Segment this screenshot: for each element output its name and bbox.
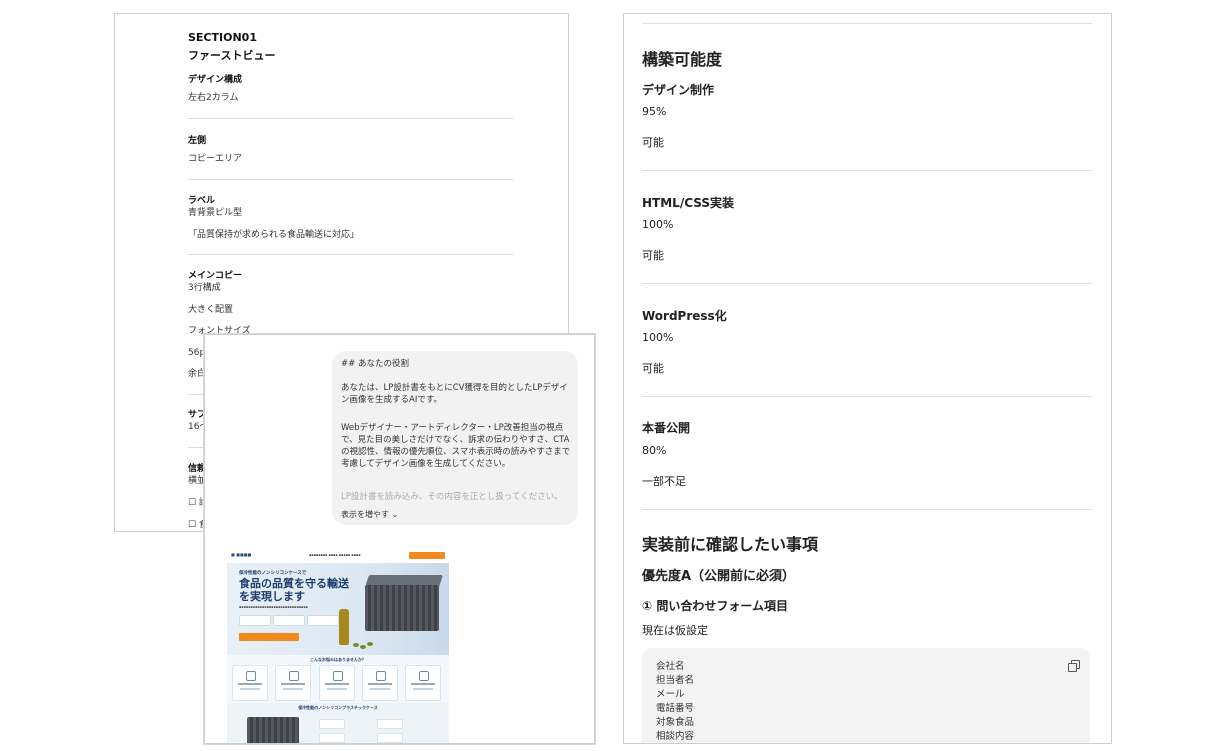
capability-item-name: HTML/CSS実装 [642,196,734,210]
capability-item-name: WordPress化 [642,309,727,323]
user-message-bubble: ## あなたの役割 あなたは、LP設計書をもとにCV獲得を目的としたLPデザイン… [332,351,578,525]
section-title: ファーストビュー [188,49,276,62]
lp-logo: ■ ■■■■ [231,552,252,557]
show-more-button[interactable]: 表示を増やす ⌄ [341,509,398,520]
divider [188,179,513,180]
form-field: 会社名 [656,661,685,672]
capability-item-percent: 80% [642,444,667,457]
olive-image [367,642,373,646]
copy-icon[interactable] [1068,660,1080,672]
crate-image [247,717,299,743]
lp-problem-card [362,665,398,701]
capability-item-percent: 100% [642,218,674,231]
divider [188,118,513,119]
crate-image [365,585,439,631]
chat-window: ## あなたの役割 あなたは、LP設計書をもとにCV獲得を目的としたLPデザイン… [204,334,595,744]
capability-item-status: 可能 [642,249,664,262]
divider [642,509,1092,510]
left-side-value: コピーエリア [188,154,243,164]
capability-item-name: 本番公開 [642,421,691,435]
left-side-label: 左側 [188,136,207,146]
capability-item-percent: 100% [642,331,674,344]
maincopy-size: 大きく配置 [188,305,234,315]
divider [642,283,1092,284]
lp-feature [377,733,403,743]
capability-item-status: 可能 [642,136,664,149]
lp-product-section: 保冷性能のノンシリコンプラスチックケース [227,703,449,743]
divider [188,254,513,255]
lp-problem-card [275,665,311,701]
form-field: 対象食品 [656,717,695,728]
capability-item-percent: 95% [642,105,667,118]
lp-hero-desc: ▪▪▪▪▪▪▪▪▪▪▪▪▪▪▪▪▪▪▪▪▪▪▪▪▪▪▪▪▪▪ [239,605,308,609]
lp-badge [307,615,339,626]
lp-problem-card [319,665,355,701]
generated-lp-image[interactable]: ■ ■■■■ ▪▪▪▪▪▪▪▪ ▪▪▪▪ ▪▪▪▪▪ ▪▪▪▪ 保冷性能のノンシ… [227,549,449,743]
lp-badge [239,615,271,626]
lp-nav-cta [409,552,445,559]
form-items-desc: 現在は仮設定 [642,624,708,637]
lp-feature [319,733,345,743]
lp-hero-tag: 保冷性能のノンシリコンケースで [239,571,307,576]
lp-problem-card [232,665,268,701]
divider [642,396,1092,397]
prompt-paragraph: あなたは、LP設計書をもとにCV獲得を目的としたLPデザイン画像を生成するAIで… [341,383,568,405]
form-field: メール [656,689,685,700]
form-field: 電話番号 [656,703,695,714]
code-block: 会社名 担当者名 メール 電話番号 対象食品 相談内容 [642,648,1090,743]
section-number: SECTION01 [188,31,257,44]
olive-image [353,643,359,647]
divider [642,170,1092,171]
lp-cta-button [239,633,299,641]
form-field: 担当者名 [656,675,695,686]
lp-feature [319,719,345,729]
feasibility-document: 構築可能度 デザイン制作 95% 可能 HTML/CSS実装 100% 可能 W… [623,13,1112,744]
lp-hero: 保冷性能のノンシリコンケースで 食品の品質を守る輸送を実現します ▪▪▪▪▪▪▪… [227,563,449,655]
label-text: 「品質保持が求められる食品輸送に対応」 [188,230,360,240]
capability-item-name: デザイン制作 [642,83,715,97]
olive-image [360,645,366,649]
lp-hero-title: 食品の品質を守る輸送を実現します [239,577,349,603]
lp-product-title: 保冷性能のノンシリコンプラスチックケース [298,705,378,710]
maincopy-label: メインコピー [188,271,243,281]
prompt-paragraph: Webデザイナー・アートディレクター・LP改善担当の視点で、見た目の美しさだけで… [341,423,571,469]
oil-bottle-image [339,609,349,645]
lp-nav-links: ▪▪▪▪▪▪▪▪ ▪▪▪▪ ▪▪▪▪▪ ▪▪▪▪ [309,553,361,557]
lp-problem-card [405,665,441,701]
capability-heading: 構築可能度 [642,50,723,69]
prompt-heading: ## あなたの役割 [341,359,409,369]
form-items-heading: ① 問い合わせフォーム項目 [642,599,788,613]
priority-heading: 優先度A（公開前に必須） [642,569,796,584]
lp-problems-title: こんなお悩みはありませんか？ [310,657,366,662]
maincopy-lines: 3行構成 [188,283,221,293]
form-field: 相談内容 [656,731,695,742]
label-label: ラベル [188,196,216,206]
design-value: 左右2カラム [188,93,239,103]
capability-item-status: 一部不足 [642,475,686,488]
label-value: 青背景ピル型 [188,208,243,218]
capability-item-status: 可能 [642,362,664,375]
divider [642,23,1092,24]
prompt-faded-text: LP設計書を読み込み、その内容を正とし扱ってください。 [341,492,563,502]
design-label: デザイン構成 [188,75,243,85]
lp-badge [273,615,305,626]
lp-nav-bar: ■ ■■■■ ▪▪▪▪▪▪▪▪ ▪▪▪▪ ▪▪▪▪▪ ▪▪▪▪ [227,549,449,564]
lp-feature [377,719,403,729]
confirm-heading: 実装前に確認したい事項 [642,535,819,554]
